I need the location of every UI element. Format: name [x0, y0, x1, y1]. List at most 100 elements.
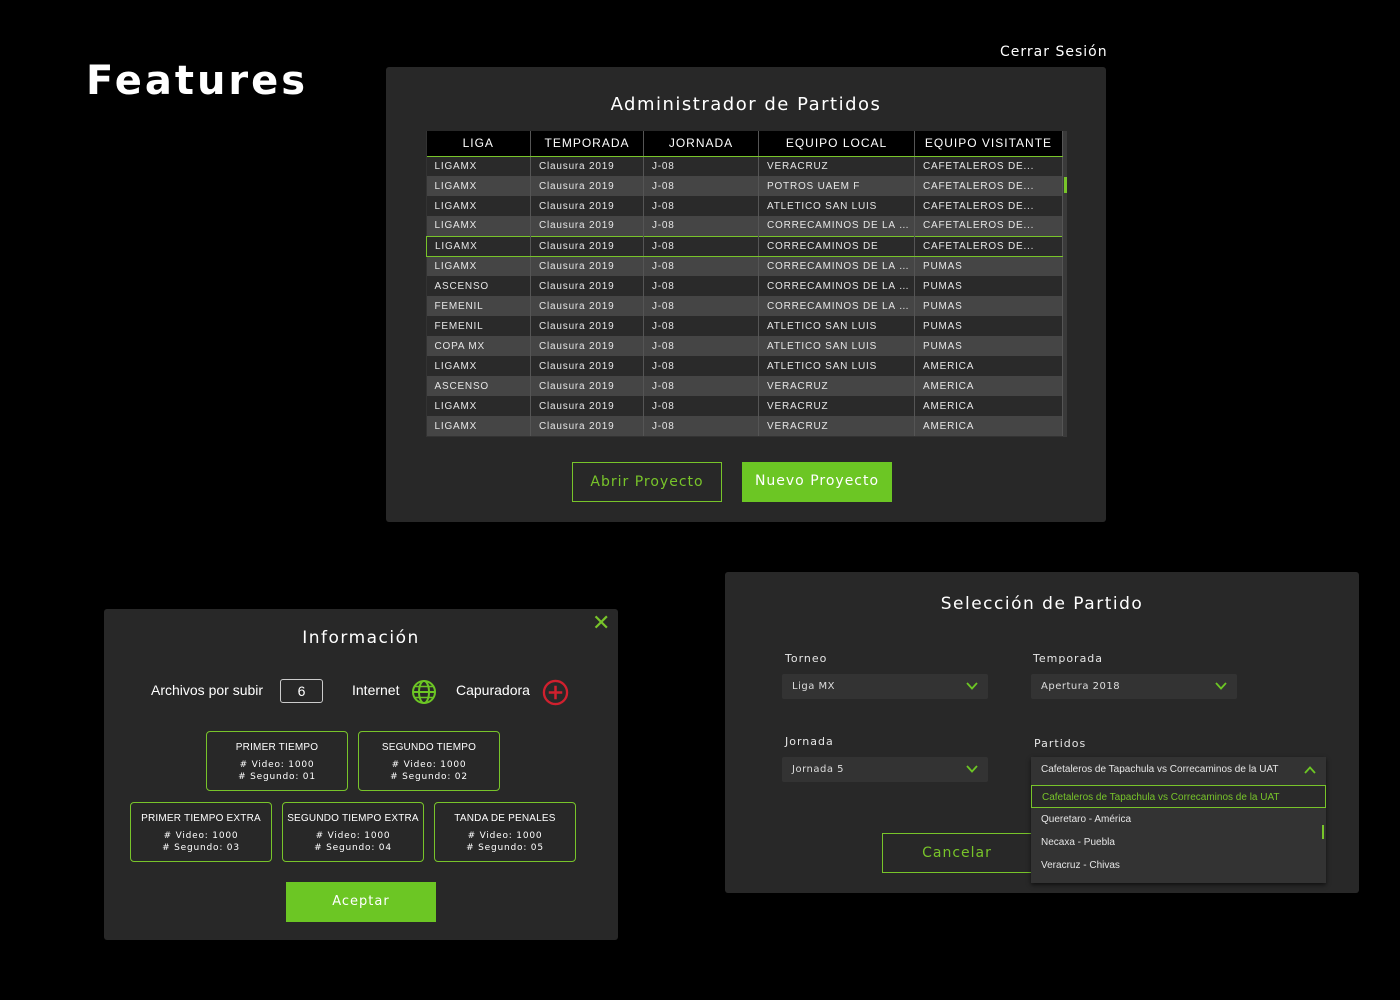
- table-cell: PUMAS: [914, 336, 1063, 356]
- partidos-option[interactable]: Queretaro - América: [1031, 808, 1326, 831]
- table-cell: ASCENSO: [426, 376, 531, 396]
- table-row[interactable]: COPA MX Clausura 2019 J-08 ATLETICO SAN LUI…: [426, 336, 1063, 356]
- new-project-button[interactable]: Nuevo Proyecto: [742, 462, 892, 502]
- column-header[interactable]: LIGA: [426, 131, 531, 157]
- matches-table-container: LIGA TEMPORADA JORNADA EQUIPO LOCAL EQUI…: [426, 131, 1067, 437]
- table-row[interactable]: LIGAMX Clausura 2019 J-08 VERACRUZ AMERICA: [426, 396, 1063, 416]
- partidos-label: Partidos: [1034, 737, 1087, 750]
- table-cell: Clausura 2019: [530, 176, 644, 196]
- table-cell: CAFETALEROS DE...: [914, 216, 1063, 236]
- column-header[interactable]: EQUIPO VISITANTE: [914, 131, 1063, 157]
- table-cell: LIGAMX: [426, 235, 531, 257]
- logout-link[interactable]: Cerrar Sesión: [1000, 44, 1108, 60]
- period-card-penalties[interactable]: TANDA DE PENALES # Video: 1000 # Segundo:…: [434, 802, 576, 862]
- chevron-up-icon: [1304, 766, 1316, 774]
- table-row[interactable]: LIGAMX Clausura 2019 J-08 CORRECAMINOS DE L…: [426, 256, 1063, 276]
- partidos-option[interactable]: Necaxa - Puebla: [1031, 831, 1326, 854]
- table-cell: COPA MX: [426, 336, 531, 356]
- temporada-label: Temporada: [1033, 652, 1104, 665]
- period-title: SEGUNDO TIEMPO: [381, 742, 477, 753]
- torneo-value: Liga MX: [792, 681, 835, 692]
- match-selection-panel: Selección de Partido Torneo Liga MX Temp…: [725, 572, 1359, 893]
- table-row[interactable]: FEMENIL Clausura 2019 J-08 ATLETICO SAN LUI…: [426, 316, 1063, 336]
- table-cell: AMERICA: [914, 356, 1063, 376]
- period-card-first-extra[interactable]: PRIMER TIEMPO EXTRA # Video: 1000 # Segun…: [130, 802, 272, 862]
- table-cell: POTROS UAEM F: [758, 176, 915, 196]
- table-cell: J-08: [643, 235, 759, 257]
- table-cell: LIGAMX: [426, 256, 531, 276]
- chevron-down-icon: [966, 682, 978, 690]
- table-row[interactable]: LIGAMX Clausura 2019 J-08 POTROS UAEM F CAFE…: [426, 176, 1063, 196]
- capture-label: Capuradora: [456, 682, 530, 698]
- table-row[interactable]: LIGAMX Clausura 2019 J-08 CORRECAMINOS DE L…: [426, 216, 1063, 236]
- table-cell: LIGAMX: [426, 396, 531, 416]
- table-cell: FEMENIL: [426, 296, 531, 316]
- partidos-dropdown[interactable]: Cafetaleros de Tapachula vs Correcaminos…: [1031, 757, 1326, 883]
- column-header[interactable]: EQUIPO LOCAL: [758, 131, 915, 157]
- table-row[interactable]: LIGAMX Clausura 2019 J-08 ATLETICO SAN LUIS…: [426, 196, 1063, 216]
- table-cell: CAFETALEROS DE...: [914, 156, 1063, 176]
- table-cell: ASCENSO: [426, 276, 531, 296]
- table-cell: FEMENIL: [426, 316, 531, 336]
- table-cell: J-08: [643, 356, 759, 376]
- torneo-select[interactable]: Liga MX: [782, 674, 988, 699]
- period-card-second-extra[interactable]: SEGUNDO TIEMPO EXTRA # Video: 1000 # Segu…: [282, 802, 424, 862]
- table-cell: LIGAMX: [426, 156, 531, 176]
- table-cell: VERACRUZ: [758, 396, 915, 416]
- table-cell: Clausura 2019: [530, 216, 644, 236]
- table-scrollbar[interactable]: [1063, 131, 1067, 437]
- dropdown-scrollbar[interactable]: [1322, 825, 1324, 839]
- period-card-second-half[interactable]: SEGUNDO TIEMPO # Video: 1000 # Segundo: 0…: [358, 731, 500, 791]
- partidos-select-header[interactable]: Cafetaleros de Tapachula vs Correcaminos…: [1031, 757, 1326, 783]
- selection-panel-title: Selección de Partido: [940, 594, 1144, 614]
- table-cell: J-08: [643, 416, 759, 436]
- partidos-option[interactable]: Veracruz - Chivas: [1031, 854, 1326, 877]
- table-cell: LIGAMX: [426, 176, 531, 196]
- internet-label: Internet: [352, 682, 400, 698]
- partidos-option[interactable]: Cafetaleros de Tapachula vs Correcaminos…: [1031, 785, 1326, 808]
- period-video: # Video: 1000: [467, 831, 543, 841]
- table-row[interactable]: LIGAMX Clausura 2019 J-08 CORRECAMINOS DE CA…: [426, 235, 1063, 257]
- table-cell: CORRECAMINOS DE LA UAT: [758, 256, 915, 276]
- files-label: Archivos por subir: [151, 682, 264, 698]
- period-video: # Video: 1000: [163, 831, 239, 841]
- period-card-first-half[interactable]: PRIMER TIEMPO # Video: 1000 # Segundo: 01: [206, 731, 348, 791]
- table-cell: PUMAS: [914, 316, 1063, 336]
- open-project-button[interactable]: Abrir Proyecto: [572, 462, 722, 502]
- globe-icon: [412, 680, 436, 704]
- table-cell: J-08: [643, 216, 759, 236]
- table-cell: VERACRUZ: [758, 376, 915, 396]
- table-row[interactable]: LIGAMX Clausura 2019 J-08 VERACRUZ AMERICA: [426, 416, 1063, 436]
- table-cell: CAFETALEROS DE...: [914, 176, 1063, 196]
- table-cell: AMERICA: [914, 396, 1063, 416]
- period-title: TANDA DE PENALES: [454, 813, 556, 824]
- table-cell: CORRECAMINOS DE LA UAT: [758, 276, 915, 296]
- table-row[interactable]: ASCENSO Clausura 2019 J-08 CORRECAMINOS DE …: [426, 276, 1063, 296]
- jornada-select[interactable]: Jornada 5: [782, 757, 988, 782]
- table-scroll-thumb[interactable]: [1064, 177, 1067, 193]
- table-cell: Clausura 2019: [530, 156, 644, 176]
- table-row[interactable]: FEMENIL Clausura 2019 J-08 CORRECAMINOS DE …: [426, 296, 1063, 316]
- table-cell: CAFETALEROS DE...: [914, 196, 1063, 216]
- table-cell: LIGAMX: [426, 416, 531, 436]
- cancel-button[interactable]: Cancelar: [882, 833, 1032, 873]
- table-header-row: LIGA TEMPORADA JORNADA EQUIPO LOCAL EQUI…: [426, 131, 1063, 157]
- accept-button[interactable]: Aceptar: [286, 882, 436, 922]
- table-cell: Clausura 2019: [530, 376, 644, 396]
- column-header[interactable]: TEMPORADA: [530, 131, 644, 157]
- table-row[interactable]: ASCENSO Clausura 2019 J-08 VERACRUZ AMERICA: [426, 376, 1063, 396]
- temporada-value: Apertura 2018: [1041, 681, 1121, 692]
- column-header[interactable]: JORNADA: [643, 131, 759, 157]
- status-row: Archivos por subir 6 Internet Capuradora: [104, 679, 618, 706]
- table-cell: J-08: [643, 296, 759, 316]
- table-cell: PUMAS: [914, 256, 1063, 276]
- table-cell: Clausura 2019: [530, 396, 644, 416]
- temporada-select[interactable]: Apertura 2018: [1031, 674, 1237, 699]
- table-cell: PUMAS: [914, 276, 1063, 296]
- close-icon[interactable]: ✕: [592, 612, 610, 634]
- table-row[interactable]: LIGAMX Clausura 2019 J-08 VERACRUZ CAFETALER…: [426, 156, 1063, 176]
- table-cell: Clausura 2019: [530, 416, 644, 436]
- info-panel-title: Información: [302, 628, 420, 648]
- table-row[interactable]: LIGAMX Clausura 2019 J-08 ATLETICO SAN LUIS…: [426, 356, 1063, 376]
- chevron-down-icon: [1215, 682, 1227, 690]
